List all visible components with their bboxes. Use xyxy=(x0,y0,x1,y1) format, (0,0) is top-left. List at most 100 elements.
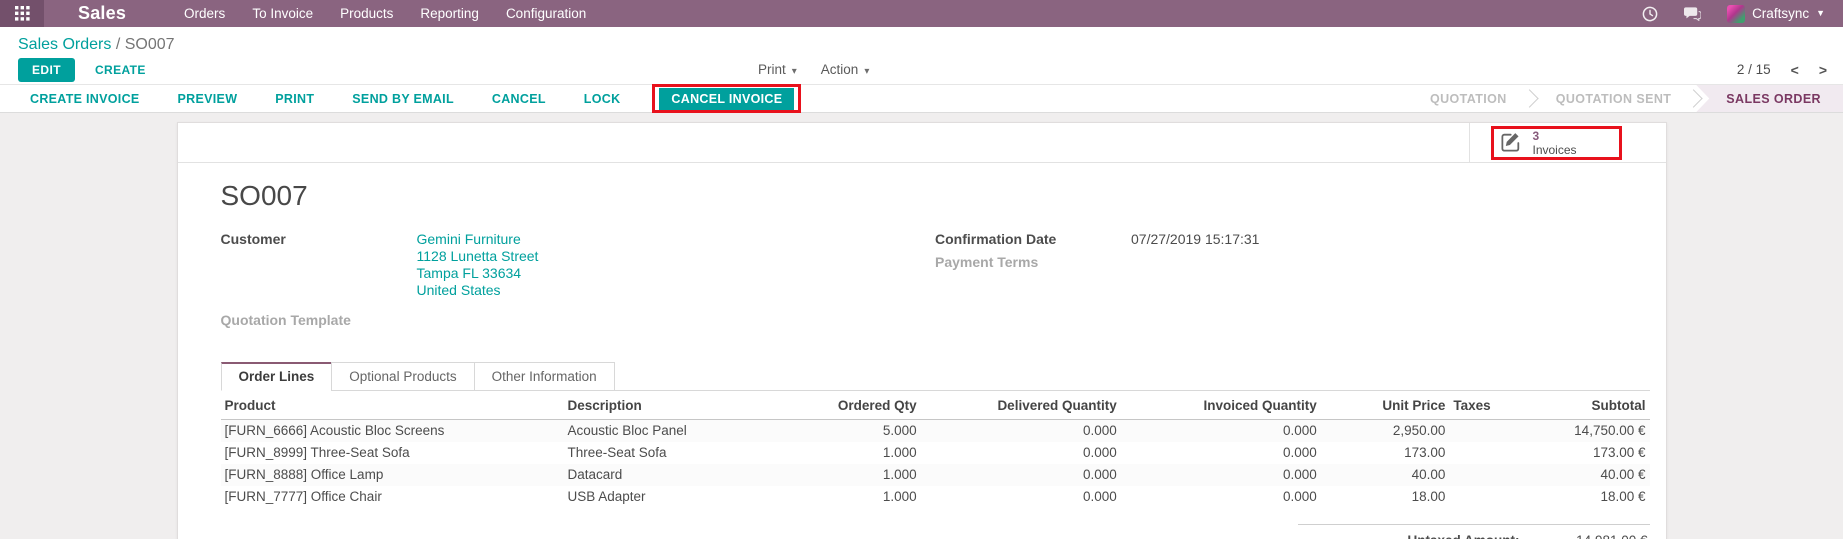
cell-description: USB Adapter xyxy=(563,486,806,508)
pager-previous-icon[interactable]: < xyxy=(1791,62,1799,78)
column-header-taxes[interactable]: Taxes xyxy=(1449,391,1520,420)
invoices-label: Invoices xyxy=(1533,143,1577,157)
print-dropdown[interactable]: Print xyxy=(758,62,797,77)
untaxed-amount-value: 14,981.00 € xyxy=(1520,533,1648,539)
print-button[interactable]: PRINT xyxy=(275,92,314,106)
table-row[interactable]: [FURN_8999] Three-Seat SofaThree-Seat So… xyxy=(221,442,1650,464)
cell-subtotal: 14,750.00 € xyxy=(1521,420,1650,443)
control-panel-actions: EDIT CREATE Print Action 2 / 15 < > xyxy=(0,55,1843,84)
cancel-invoice-button[interactable]: CANCEL INVOICE xyxy=(659,88,794,110)
nav-item-to-invoice[interactable]: To Invoice xyxy=(252,6,313,21)
cell-description: Acoustic Bloc Panel xyxy=(563,420,806,443)
apps-grid-icon[interactable] xyxy=(0,0,44,27)
customer-address-line: 1128 Lunetta Street xyxy=(417,248,539,265)
user-name: Craftsync xyxy=(1752,6,1809,21)
cell-product: [FURN_8999] Three-Seat Sofa xyxy=(221,442,564,464)
cell-invoiced-quantity: 0.000 xyxy=(1121,420,1321,443)
tab-order-lines[interactable]: Order Lines xyxy=(221,362,333,391)
column-header-ordered-qty[interactable]: Ordered Qty xyxy=(806,391,920,420)
cell-delivered-quantity: 0.000 xyxy=(921,420,1121,443)
cell-subtotal: 18.00 € xyxy=(1521,486,1650,508)
breadcrumb-separator: / xyxy=(116,36,125,53)
left-field-column: Customer Gemini Furniture1128 Lunetta St… xyxy=(221,231,936,335)
tabs-underline xyxy=(614,362,1650,391)
column-header-delivered-quantity[interactable]: Delivered Quantity xyxy=(921,391,1121,420)
customer-value[interactable]: Gemini Furniture1128 Lunetta StreetTampa… xyxy=(417,231,539,299)
cell-invoiced-quantity: 0.000 xyxy=(1121,442,1321,464)
column-header-description[interactable]: Description xyxy=(563,391,806,420)
untaxed-amount-label: Untaxed Amount: xyxy=(1408,533,1520,539)
caret-down-icon: ▼ xyxy=(1816,9,1825,18)
totals-block: Untaxed Amount: 14,981.00 € Taxes: 0.00 … xyxy=(1298,524,1650,539)
cell-taxes xyxy=(1449,486,1520,508)
cell-product: [FURN_6666] Acoustic Bloc Screens xyxy=(221,420,564,443)
quotation-template-label: Quotation Template xyxy=(221,312,417,329)
order-lines-table: ProductDescriptionOrdered QtyDelivered Q… xyxy=(221,391,1650,508)
cell-ordered-qty: 5.000 xyxy=(806,420,920,443)
pager: 2 / 15 < > xyxy=(1737,62,1827,78)
pager-count: 2 / 15 xyxy=(1737,62,1771,77)
create-invoice-button[interactable]: CREATE INVOICE xyxy=(30,92,140,106)
nav-item-orders[interactable]: Orders xyxy=(184,6,225,21)
smart-button-box: 3 Invoices xyxy=(178,123,1666,163)
nav-right-group: Craftsync ▼ xyxy=(1641,5,1843,23)
preview-button[interactable]: PREVIEW xyxy=(178,92,238,106)
state-quotation-sent[interactable]: QUOTATION SENT xyxy=(1532,85,1696,112)
confirmation-date-label: Confirmation Date xyxy=(935,231,1131,248)
breadcrumb-parent-link[interactable]: Sales Orders xyxy=(18,36,111,53)
customer-address-line: Gemini Furniture xyxy=(417,231,539,248)
state-quotation[interactable]: QUOTATION xyxy=(1406,85,1531,112)
apps-grid-glyph xyxy=(15,6,30,21)
lock-button[interactable]: LOCK xyxy=(584,92,621,106)
table-row[interactable]: [FURN_8888] Office LampDatacard1.0000.00… xyxy=(221,464,1650,486)
table-row[interactable]: [FURN_6666] Acoustic Bloc ScreensAcousti… xyxy=(221,420,1650,443)
cell-taxes xyxy=(1449,442,1520,464)
statusbar-states: QUOTATIONQUOTATION SENTSALES ORDER xyxy=(1406,85,1843,112)
column-header-unit-price[interactable]: Unit Price xyxy=(1321,391,1450,420)
activities-clock-icon[interactable] xyxy=(1641,5,1658,22)
messages-icon[interactable] xyxy=(1684,5,1701,22)
cell-invoiced-quantity: 0.000 xyxy=(1121,464,1321,486)
send-by-email-button[interactable]: SEND BY EMAIL xyxy=(352,92,454,106)
customer-address-line: United States xyxy=(417,282,539,299)
column-header-product[interactable]: Product xyxy=(221,391,564,420)
tab-optional-products[interactable]: Optional Products xyxy=(331,362,474,391)
edit-button[interactable]: EDIT xyxy=(18,58,75,82)
edit-pencil-square-icon xyxy=(1498,130,1523,155)
form-view-background: 3 Invoices SO007 Customer Gemini Furnitu… xyxy=(0,113,1843,539)
form-sheet: 3 Invoices SO007 Customer Gemini Furnitu… xyxy=(177,122,1667,539)
order-lines-body: [FURN_6666] Acoustic Bloc ScreensAcousti… xyxy=(221,420,1650,509)
cell-delivered-quantity: 0.000 xyxy=(921,442,1121,464)
user-avatar xyxy=(1727,5,1745,23)
cancel-button[interactable]: CANCEL xyxy=(492,92,546,106)
cell-invoiced-quantity: 0.000 xyxy=(1121,486,1321,508)
cell-ordered-qty: 1.000 xyxy=(806,464,920,486)
create-button[interactable]: CREATE xyxy=(95,63,146,77)
state-sales-order[interactable]: SALES ORDER xyxy=(1696,85,1843,112)
confirmation-date-value: 07/27/2019 15:17:31 xyxy=(1131,231,1259,248)
right-field-column: Confirmation Date 07/27/2019 15:17:31 Pa… xyxy=(935,231,1650,335)
cell-product: [FURN_7777] Office Chair xyxy=(221,486,564,508)
cell-delivered-quantity: 0.000 xyxy=(921,486,1121,508)
cell-unit-price: 173.00 xyxy=(1321,442,1450,464)
app-brand[interactable]: Sales xyxy=(78,3,126,24)
nav-item-reporting[interactable]: Reporting xyxy=(420,6,479,21)
cell-delivered-quantity: 0.000 xyxy=(921,464,1121,486)
action-dropdown[interactable]: Action xyxy=(821,62,870,77)
cell-ordered-qty: 1.000 xyxy=(806,486,920,508)
highlight-box-cancel-invoice: CANCEL INVOICE xyxy=(652,84,801,113)
column-header-subtotal[interactable]: Subtotal xyxy=(1521,391,1650,420)
invoices-smart-button[interactable]: 3 Invoices xyxy=(1469,123,1666,162)
statusbar-buttons: CREATE INVOICE PREVIEW PRINT SEND BY EMAIL C… xyxy=(30,92,658,106)
table-row[interactable]: [FURN_7777] Office ChairUSB Adapter1.000… xyxy=(221,486,1650,508)
user-menu[interactable]: Craftsync ▼ xyxy=(1727,5,1825,23)
cell-ordered-qty: 1.000 xyxy=(806,442,920,464)
print-action-group: Print Action xyxy=(758,62,869,77)
cell-unit-price: 40.00 xyxy=(1321,464,1450,486)
nav-item-products[interactable]: Products xyxy=(340,6,393,21)
nav-item-configuration[interactable]: Configuration xyxy=(506,6,586,21)
column-header-invoiced-quantity[interactable]: Invoiced Quantity xyxy=(1121,391,1321,420)
tab-other-information[interactable]: Other Information xyxy=(474,362,615,391)
cell-product: [FURN_8888] Office Lamp xyxy=(221,464,564,486)
pager-next-icon[interactable]: > xyxy=(1819,62,1827,78)
